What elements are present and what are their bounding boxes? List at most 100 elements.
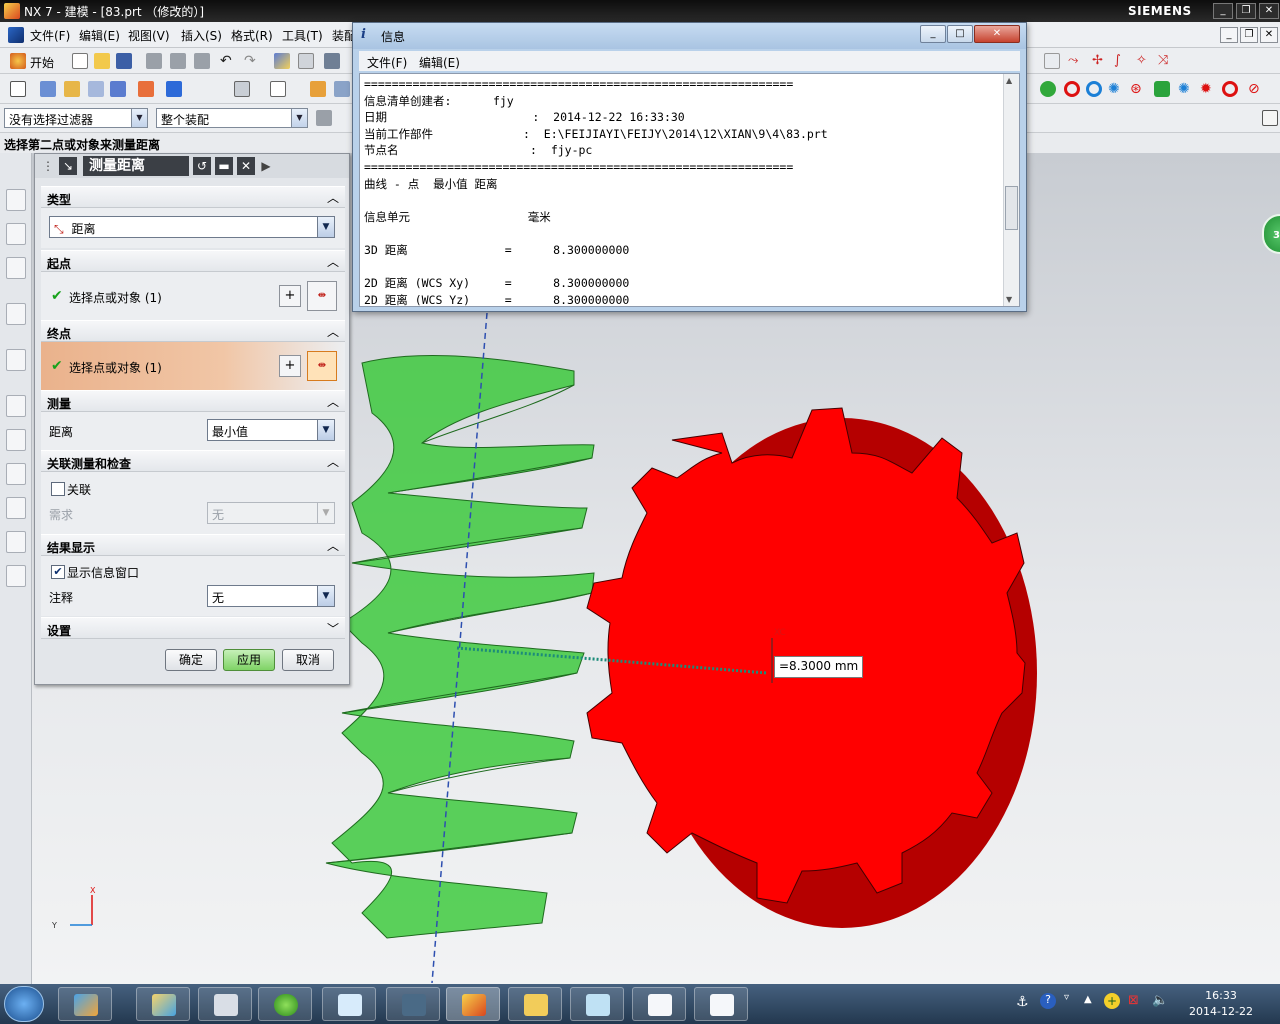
network-warning-icon[interactable]: ⊠ bbox=[1128, 993, 1139, 1008]
restore-button[interactable]: ❐ bbox=[1236, 3, 1256, 19]
menu-file[interactable]: 文件(F) bbox=[30, 27, 70, 44]
info-menu-file[interactable]: 文件(F) bbox=[367, 54, 407, 71]
group-type-header[interactable]: 类型 ︿ bbox=[41, 186, 345, 208]
scroll-up-icon[interactable]: ▲ bbox=[1006, 76, 1012, 85]
point-constructor-button-active[interactable]: ⇹ bbox=[307, 351, 337, 381]
security-icon[interactable]: + bbox=[1104, 993, 1120, 1009]
group-settings-header[interactable]: 设置 ﹀ bbox=[41, 617, 345, 639]
start-button[interactable]: 开始 bbox=[30, 54, 54, 71]
web-browser-icon[interactable] bbox=[6, 349, 26, 371]
dialog-options-icon[interactable]: ▬ bbox=[215, 157, 233, 175]
menu-insert[interactable]: 插入(S) bbox=[181, 27, 222, 44]
cut-icon[interactable] bbox=[146, 53, 162, 69]
point-constructor-button[interactable]: ⇹ bbox=[307, 281, 337, 311]
annotation-select[interactable]: 无 ▼ bbox=[207, 585, 335, 607]
reset-icon[interactable]: ↺ bbox=[193, 157, 211, 175]
view-orient-icon[interactable] bbox=[234, 81, 250, 97]
group-start-header[interactable]: 起点 ︿ bbox=[41, 250, 345, 272]
copy-icon[interactable] bbox=[170, 53, 186, 69]
measure-mode-select[interactable]: 最小值 ▼ bbox=[207, 419, 335, 441]
show-info-window-checkbox[interactable]: ✔ bbox=[51, 565, 65, 579]
taskbar-app-monitor[interactable] bbox=[386, 987, 440, 1021]
offset-curve-icon[interactable]: ⤨ bbox=[1158, 53, 1174, 69]
taskbar-app-explorer[interactable] bbox=[508, 987, 562, 1021]
ring-red-icon[interactable] bbox=[1064, 81, 1080, 97]
expand-arrow-icon[interactable]: ▶ bbox=[257, 157, 275, 175]
mdi-restore-button[interactable]: ❐ bbox=[1240, 27, 1258, 43]
start-icon[interactable] bbox=[10, 53, 26, 69]
edit-object-icon[interactable] bbox=[298, 53, 314, 69]
redo-icon[interactable]: ↷ bbox=[244, 53, 260, 69]
undo-icon[interactable]: ↶ bbox=[220, 53, 236, 69]
solid-block-icon[interactable] bbox=[166, 81, 182, 97]
info-close-button[interactable]: ✕ bbox=[974, 25, 1020, 43]
end-select-row[interactable]: ✔ 选择点或对象 (1) + ⇹ bbox=[41, 346, 345, 386]
show-hidden-icons-icon[interactable]: ▲ bbox=[1084, 994, 1092, 1005]
reuse-library-icon[interactable] bbox=[6, 303, 26, 325]
snap-point-icon[interactable] bbox=[1262, 110, 1278, 126]
input-method-icon[interactable]: ▿ bbox=[1064, 992, 1069, 1003]
dialog-close-button[interactable]: ✕ bbox=[237, 157, 255, 175]
taskbar-app-refresh[interactable] bbox=[258, 987, 312, 1021]
group-assoc-header[interactable]: 关联测量和检查 ︿ bbox=[41, 450, 345, 472]
group-result-header[interactable]: 结果显示 ︿ bbox=[41, 534, 345, 556]
bearing-icon[interactable]: ✺ bbox=[1178, 81, 1194, 97]
tray-clock[interactable]: 16:33 2014-12-22 bbox=[1186, 988, 1256, 1020]
washer-icon[interactable] bbox=[1222, 81, 1238, 97]
constraint-navigator-icon[interactable] bbox=[6, 223, 26, 245]
feature-icon-2[interactable] bbox=[64, 81, 80, 97]
open-folder-icon[interactable] bbox=[94, 53, 110, 69]
start-select-row[interactable]: ✔ 选择点或对象 (1) + ⇹ bbox=[41, 276, 345, 316]
sprocket-icon[interactable]: ✺ bbox=[1108, 81, 1124, 97]
group-end-header[interactable]: 终点 ︿ bbox=[41, 320, 345, 342]
anchor-icon[interactable]: ⚓ bbox=[1016, 994, 1029, 1010]
feature-icon-1[interactable] bbox=[40, 81, 56, 97]
ok-button[interactable]: 确定 bbox=[165, 649, 217, 671]
extend-curve-icon[interactable]: ✢ bbox=[1092, 53, 1108, 69]
close-button[interactable]: ✕ bbox=[1259, 3, 1279, 19]
menu-view[interactable]: 视图(V) bbox=[128, 27, 170, 44]
wheel-icon[interactable]: ⊛ bbox=[1130, 81, 1146, 97]
system-materials-icon[interactable] bbox=[6, 429, 26, 451]
system-scene-icon[interactable] bbox=[6, 565, 26, 587]
taskbar-app-calculator[interactable] bbox=[198, 987, 252, 1021]
scroll-thumb[interactable] bbox=[1005, 186, 1018, 230]
windows-start-button[interactable] bbox=[4, 986, 44, 1022]
assembly-navigator-icon[interactable] bbox=[6, 189, 26, 211]
shaded-icon[interactable] bbox=[310, 81, 326, 97]
type-select[interactable]: ⤡ 距离 ▼ bbox=[49, 216, 335, 238]
select-mode-icon[interactable] bbox=[324, 53, 340, 69]
roles-icon[interactable] bbox=[6, 531, 26, 553]
taskbar-app-cloud[interactable] bbox=[322, 987, 376, 1021]
minimize-button[interactable]: _ bbox=[1213, 3, 1233, 19]
ring-blue-icon[interactable] bbox=[1086, 81, 1102, 97]
trim-curve-icon[interactable]: ⤳ bbox=[1068, 53, 1084, 69]
render-style-icon[interactable] bbox=[270, 81, 286, 97]
spring-icon[interactable] bbox=[1154, 81, 1170, 97]
manufacturing-wizard-icon[interactable] bbox=[6, 497, 26, 519]
gear-green-icon[interactable] bbox=[1040, 81, 1056, 97]
apply-button[interactable]: 应用 bbox=[223, 649, 275, 671]
wireframe-icon[interactable] bbox=[334, 81, 350, 97]
selection-priority-icon[interactable] bbox=[316, 110, 332, 126]
taskbar-app-paint[interactable] bbox=[136, 987, 190, 1021]
info-minimize-button[interactable]: _ bbox=[920, 25, 946, 43]
new-file-icon[interactable] bbox=[72, 53, 88, 69]
volume-icon[interactable]: 🔈 bbox=[1152, 993, 1168, 1008]
save-icon[interactable] bbox=[116, 53, 132, 69]
taskbar-app-nx[interactable] bbox=[446, 987, 500, 1021]
point-dialog-button[interactable]: + bbox=[279, 285, 301, 307]
info-menu-edit[interactable]: 编辑(E) bbox=[419, 54, 460, 71]
part-navigator-icon[interactable] bbox=[10, 81, 26, 97]
taskbar-app-window-1[interactable] bbox=[632, 987, 686, 1021]
part-navigator-icon[interactable] bbox=[6, 257, 26, 279]
feature-icon-3[interactable] bbox=[88, 81, 104, 97]
spline-icon[interactable]: ∫ bbox=[1114, 53, 1130, 69]
process-studio-icon[interactable] bbox=[6, 463, 26, 485]
feature-icon-5[interactable] bbox=[138, 81, 154, 97]
info-scrollbar[interactable]: ▲ ▼ bbox=[1003, 74, 1019, 306]
info-text-area[interactable]: ========================================… bbox=[359, 73, 1020, 307]
taskbar-app-window-2[interactable] bbox=[694, 987, 748, 1021]
mdi-close-button[interactable]: ✕ bbox=[1260, 27, 1278, 43]
help-icon[interactable]: ? bbox=[1040, 993, 1056, 1009]
